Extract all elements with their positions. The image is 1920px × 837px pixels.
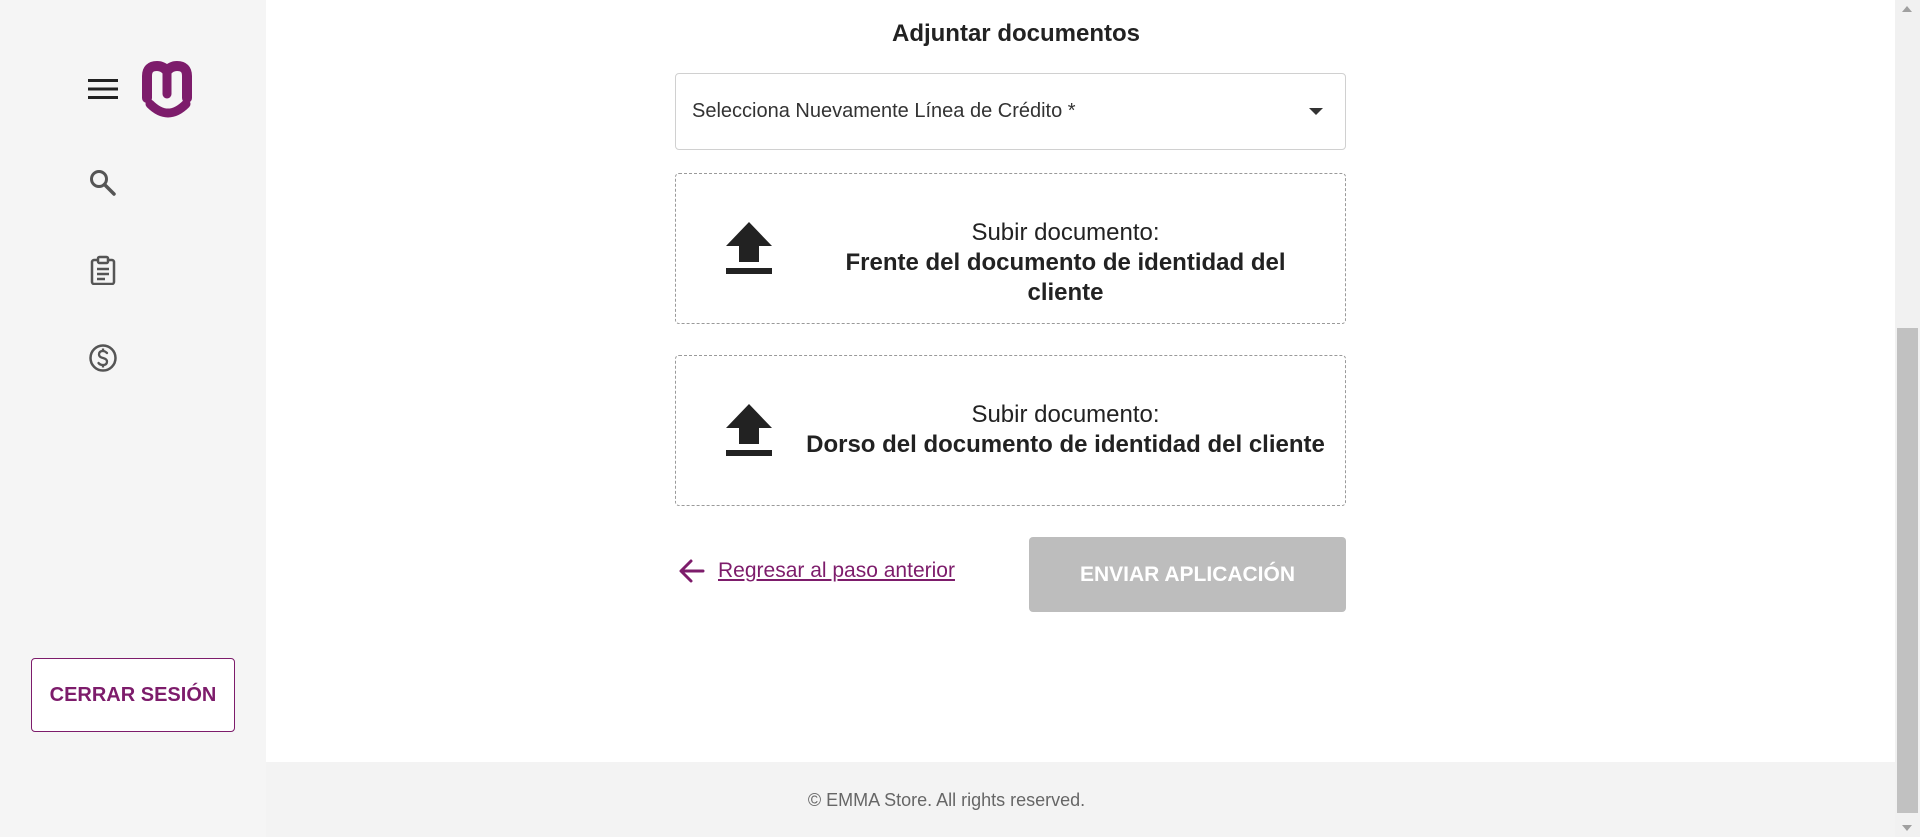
footer: © EMMA Store. All rights reserved. [266,762,1895,837]
back-link-label[interactable]: Regresar al paso anterior [718,559,955,583]
upload-front-id-text: Subir documento: Frente del documento de… [806,218,1325,308]
upload-back-id-label: Subir documento: [971,401,1160,428]
sidebar: CERRAR SESIÓN [0,0,266,837]
chevron-down-icon [1309,108,1323,115]
brand-m-logo-icon[interactable] [142,60,196,120]
search-icon[interactable] [88,168,118,198]
vertical-scrollbar[interactable] [1895,0,1920,837]
upload-front-id-label: Subir documento: [971,219,1160,246]
upload-icon [726,404,772,460]
upload-front-id-dropzone[interactable]: Subir documento: Frente del documento de… [675,173,1346,324]
credit-line-select-placeholder: Selecciona Nuevamente Línea de Crédito * [692,100,1076,122]
upload-back-id-description: Dorso del documento de identidad del cli… [806,431,1325,458]
main-content: Adjuntar documentos Selecciona Nuevament… [266,0,1895,837]
app-root: CERRAR SESIÓN Adjuntar documentos Selecc… [0,0,1920,837]
back-link[interactable]: Regresar al paso anterior [678,557,955,585]
submit-application-button[interactable]: ENVIAR APLICACIÓN [1029,537,1346,612]
logout-button[interactable]: CERRAR SESIÓN [31,658,235,732]
credit-line-select[interactable]: Selecciona Nuevamente Línea de Crédito * [675,73,1346,150]
upload-front-id-description: Frente del documento de identidad del cl… [845,249,1286,306]
scroll-down-icon[interactable] [1902,825,1912,831]
upload-back-id-text: Subir documento: Dorso del documento de … [806,400,1325,460]
upload-back-id-dropzone[interactable]: Subir documento: Dorso del documento de … [675,355,1346,506]
footer-copyright: © EMMA Store. All rights reserved. [807,790,1086,810]
dollar-circle-icon[interactable] [88,343,118,373]
upload-icon [726,222,772,278]
clipboard-icon[interactable] [88,255,118,286]
page-title: Adjuntar documentos [891,20,1140,47]
scrollbar-thumb[interactable] [1897,328,1918,813]
hamburger-menu-icon[interactable] [88,78,118,100]
scroll-up-icon[interactable] [1902,6,1912,12]
arrow-left-icon [679,559,705,583]
